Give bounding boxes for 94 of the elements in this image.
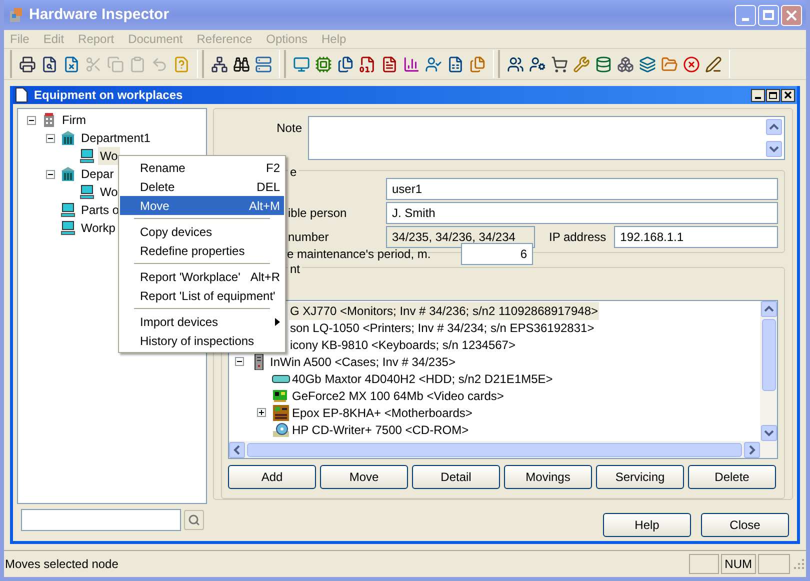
board-icon xyxy=(273,404,289,420)
scroll-down-button[interactable] xyxy=(766,141,782,157)
collapse-icon[interactable] xyxy=(26,116,36,124)
collapse-icon[interactable] xyxy=(46,170,54,178)
menu-label: Import devices xyxy=(140,314,218,330)
action-button[interactable]: Movings xyxy=(504,465,592,489)
tree-item[interactable]: Department1 xyxy=(79,129,152,147)
tree-item[interactable]: Workp xyxy=(79,219,118,237)
scroll-up-button[interactable] xyxy=(766,119,782,135)
menu-label: Copy devices xyxy=(140,224,212,240)
status-indicator: NUM xyxy=(720,554,756,574)
computer-icon xyxy=(60,202,76,218)
field-label: ible person xyxy=(288,205,348,222)
equipment-item[interactable]: HP CD-Writer+ 7500 <CD-ROM> xyxy=(291,420,470,438)
tree-item[interactable]: Firm xyxy=(60,111,88,129)
collapse-icon[interactable] xyxy=(234,357,244,366)
menu-item[interactable]: Report 'Workplace' Alt+R xyxy=(120,267,284,286)
menu-item[interactable]: Move Alt+M xyxy=(120,196,284,215)
menu-item[interactable]: Delete DEL xyxy=(120,177,284,196)
menu-label: Move xyxy=(140,198,170,214)
equipment-item[interactable]: InWin A500 <Cases; Inv # 34/235> xyxy=(269,352,456,370)
tree-item[interactable]: Depar xyxy=(79,165,116,183)
field-label: number xyxy=(288,229,330,246)
equipment-item[interactable]: 40Gb Maxtor 4D040H2 <HDD; s/n2 D21E1M5E> xyxy=(291,370,554,388)
drive-icon xyxy=(272,374,290,384)
field-label: Note xyxy=(276,120,303,137)
building-icon xyxy=(41,112,57,128)
input-field[interactable]: 6 xyxy=(461,243,533,265)
input-field[interactable]: user1 xyxy=(386,178,778,200)
equipment-item[interactable]: G XJ770 <Monitors; Inv # 34/236; s/n2 11092868917948> xyxy=(289,302,600,320)
input-field[interactable]: 192.168.1.1 xyxy=(614,226,778,248)
minimize-button[interactable] xyxy=(751,88,765,102)
menu-item[interactable]: Import devices xyxy=(120,312,284,331)
menu-label: Delete xyxy=(140,178,175,196)
equipment-item[interactable]: icony KB-9810 <Keyboards; s/n 1234567> xyxy=(289,336,516,354)
action-button[interactable]: Add xyxy=(228,465,316,489)
building-icon xyxy=(60,130,76,146)
action-button[interactable]: Detail xyxy=(412,465,500,489)
status-panel xyxy=(688,554,719,574)
menu-item[interactable]: Copy devices xyxy=(120,222,284,241)
equipment-item[interactable]: son LQ-1050 <Printers; Inv # 34/234; s/n EPS36192831> xyxy=(289,318,596,336)
submenu-arrow-icon xyxy=(275,318,280,326)
shortcut-label: Alt+M xyxy=(248,198,280,214)
close-icon xyxy=(786,10,797,20)
computer-case-icon xyxy=(252,354,266,370)
shortcut-label: Alt+R xyxy=(249,268,280,286)
document-icon xyxy=(15,87,28,103)
scroll-up-button[interactable] xyxy=(760,301,776,317)
menu-item[interactable]: History of inspections xyxy=(120,331,284,350)
shortcut-label: DEL xyxy=(256,178,280,196)
status-panel xyxy=(758,554,790,574)
computer-icon xyxy=(60,220,76,236)
dialog-button[interactable]: Help xyxy=(603,513,691,537)
resize-grip-icon[interactable] xyxy=(792,557,806,571)
menu-label: History of inspections xyxy=(140,332,254,350)
action-button[interactable]: Delete xyxy=(688,465,776,489)
scroll-left-button[interactable] xyxy=(229,442,245,458)
field-label: IP address xyxy=(549,229,606,246)
disc-icon xyxy=(273,422,289,436)
status-message: Moves selected node xyxy=(5,556,120,573)
menu-label: Redefine properties xyxy=(140,242,245,260)
computer-icon xyxy=(79,148,95,164)
collapse-icon[interactable] xyxy=(46,134,54,142)
maximize-button[interactable] xyxy=(766,88,780,102)
scroll-right-button[interactable] xyxy=(744,442,760,458)
app-icon xyxy=(8,7,24,23)
menu-item[interactable]: Rename F2 xyxy=(120,158,284,177)
search-field[interactable] xyxy=(21,509,181,531)
menu-label: Report 'Workplace' xyxy=(140,268,240,286)
menu-label: Report 'List of equipment' xyxy=(140,288,276,304)
child-window-title: Equipment on workplaces xyxy=(34,87,183,104)
field-label: e maintenance's period, m. xyxy=(287,246,432,263)
input-field[interactable]: J. Smith xyxy=(386,202,778,224)
shortcut-label: F2 xyxy=(264,160,280,176)
card-icon xyxy=(273,388,289,402)
action-button[interactable]: Servicing xyxy=(596,465,684,489)
menu-item[interactable]: Report 'List of equipment' xyxy=(120,286,284,305)
close-icon xyxy=(784,91,792,99)
menu-label: Rename xyxy=(140,160,186,176)
building-icon xyxy=(60,166,76,182)
scroll-down-button[interactable] xyxy=(760,425,776,441)
dialog-button[interactable]: Close xyxy=(701,513,789,537)
search-button[interactable] xyxy=(184,510,204,530)
equipment-item[interactable]: Epox EP-8KHA+ <Motherboards> xyxy=(291,404,474,422)
menu-item[interactable]: Redefine properties xyxy=(120,241,284,260)
tree-item[interactable]: Wo xyxy=(98,183,120,201)
expand-icon[interactable] xyxy=(256,408,266,417)
search-icon xyxy=(188,514,200,526)
computer-icon xyxy=(79,184,95,200)
tree-item[interactable]: Wo xyxy=(98,147,120,165)
window-title: Hardware Inspector xyxy=(29,4,170,25)
equipment-item[interactable]: GeForce2 MX 100 64Mb <Video cards> xyxy=(291,386,505,404)
action-button[interactable]: Move xyxy=(320,465,408,489)
close-button[interactable] xyxy=(781,88,795,102)
